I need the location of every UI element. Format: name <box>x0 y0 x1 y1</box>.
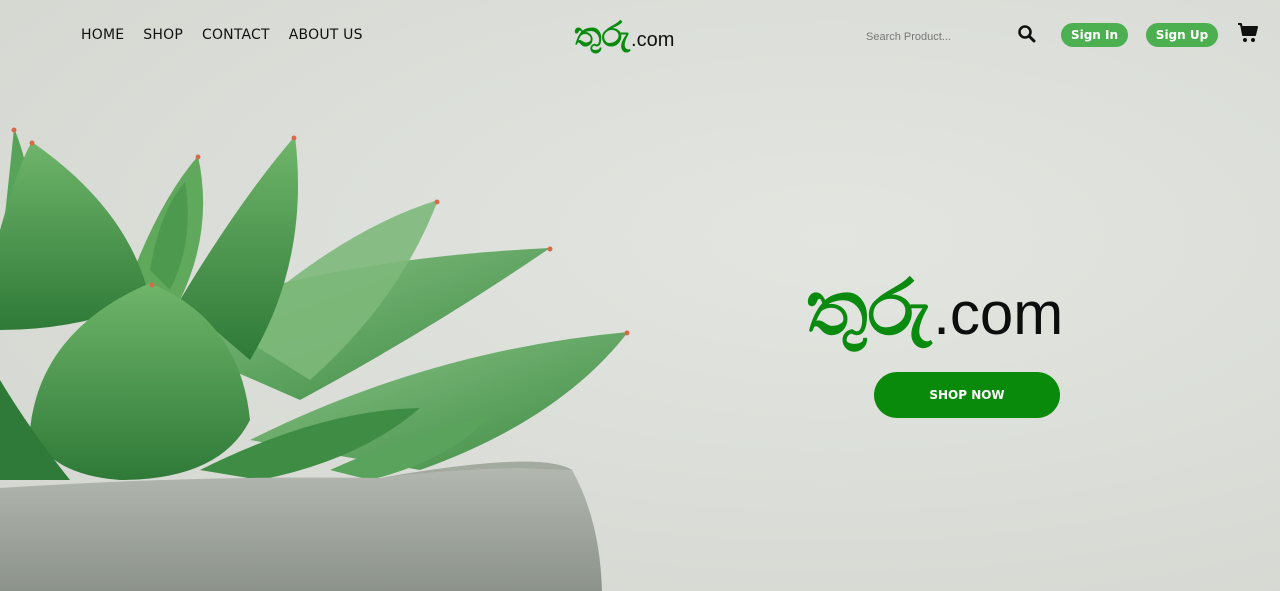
search-input[interactable] <box>866 26 1006 48</box>
logo-suffix-text: .com <box>631 29 675 51</box>
sign-up-button[interactable]: Sign Up <box>1146 23 1218 47</box>
hero-brand-sinhala: තුරු <box>806 263 932 352</box>
shop-now-button[interactable]: SHOP NOW <box>874 372 1060 418</box>
nav-about-link[interactable]: ABOUT US <box>289 27 363 43</box>
succulent-plant-image <box>0 127 630 591</box>
nav-home-link[interactable]: HOME <box>81 27 124 43</box>
hero-brand-logo: තුරු .com <box>806 270 1063 360</box>
nav-shop-link[interactable]: SHOP <box>143 27 183 43</box>
logo-sinhala-text: තුරු <box>574 15 631 55</box>
nav-contact-link[interactable]: CONTACT <box>202 27 270 43</box>
header-logo[interactable]: තුරු .com <box>574 18 674 58</box>
search-icon[interactable] <box>1017 24 1037 44</box>
hero-brand-suffix: .com <box>933 280 1064 347</box>
shopping-cart-icon[interactable] <box>1237 22 1259 44</box>
sign-in-button[interactable]: Sign In <box>1061 23 1128 47</box>
main-nav: HOME SHOP CONTACT ABOUT US <box>81 27 382 43</box>
